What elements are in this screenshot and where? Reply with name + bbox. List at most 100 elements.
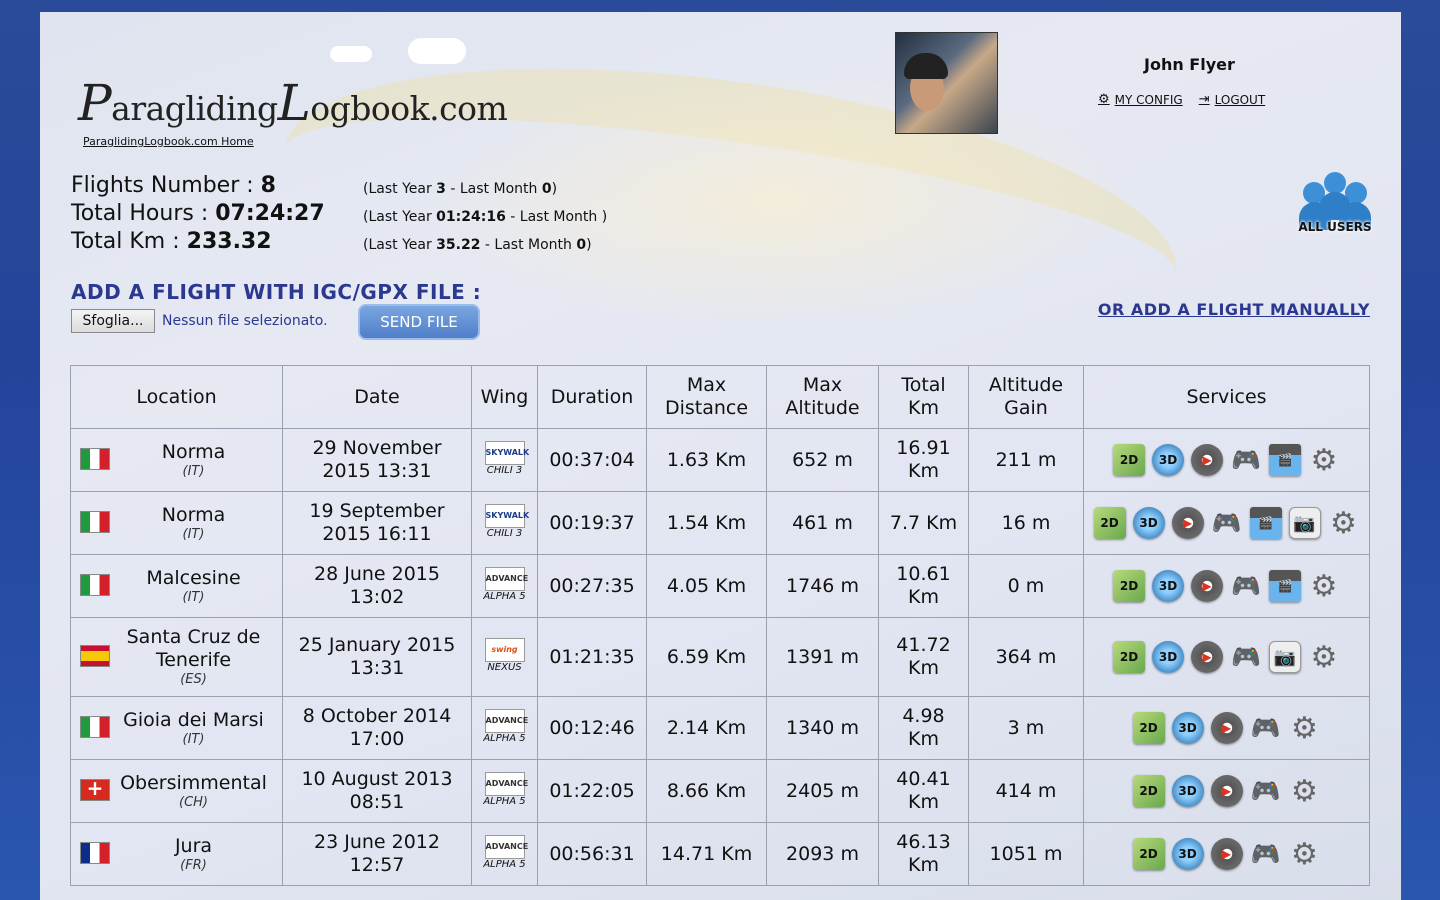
camera-icon[interactable]: 📷: [1288, 507, 1321, 539]
cloud-icon: [330, 46, 372, 62]
replay-icon[interactable]: ▶: [1191, 570, 1223, 602]
replay-icon[interactable]: ▶: [1171, 507, 1204, 539]
browse-button[interactable]: Sfoglia...: [71, 309, 155, 333]
table-row[interactable]: Norma (IT) 19 September 2015 16:11 SKYWALK CH…: [70, 491, 1370, 555]
map-2d-icon[interactable]: 2D: [1113, 570, 1145, 602]
replay-icon[interactable]: ▶: [1191, 641, 1223, 673]
duration-cell: 00:12:46: [537, 696, 647, 760]
location-name[interactable]: Jura: [175, 835, 212, 857]
settings-icon[interactable]: ⚙: [1289, 775, 1321, 807]
video-icon[interactable]: 🎬: [1269, 570, 1301, 602]
settings-icon[interactable]: ⚙: [1308, 444, 1340, 476]
flag-icon: [80, 716, 110, 738]
video-icon[interactable]: 🎬: [1269, 444, 1301, 476]
services-cell: 2D 3D ▶ 🎮 🎬 📷 ⚙: [1083, 491, 1370, 555]
table-row[interactable]: Gioia dei Marsi (IT) 8 October 2014 17:00 AD…: [70, 696, 1370, 760]
avatar[interactable]: [895, 32, 998, 134]
flag-icon: [80, 511, 110, 533]
camera-icon[interactable]: 📷: [1269, 641, 1301, 673]
map-3d-icon[interactable]: 3D: [1171, 775, 1204, 807]
map-3d-icon[interactable]: 3D: [1171, 838, 1204, 870]
gamepad-icon[interactable]: 🎮: [1230, 444, 1262, 476]
col-location[interactable]: Location: [70, 365, 283, 429]
gamepad-icon[interactable]: 🎮: [1211, 507, 1243, 539]
gamepad-icon[interactable]: 🎮: [1250, 712, 1282, 744]
settings-icon[interactable]: ⚙: [1308, 570, 1340, 602]
max-distance-cell: 1.63 Km: [646, 428, 767, 492]
col-date[interactable]: Date: [282, 365, 472, 429]
location-name[interactable]: Gioia dei Marsi: [123, 709, 264, 731]
table-row[interactable]: Obersimmental(CH)10 August 201308:51ADVA…: [70, 759, 1370, 823]
map-2d-icon[interactable]: 2D: [1113, 444, 1145, 476]
col-altitude-gain[interactable]: Altitude Gain: [968, 365, 1084, 429]
altitude-gain-cell: 0 m: [968, 554, 1084, 618]
col-max-altitude[interactable]: Max Altitude: [766, 365, 879, 429]
date-cell: 29 November 2015 13:31: [282, 428, 472, 492]
map-3d-icon[interactable]: 3D: [1171, 712, 1204, 744]
location-name[interactable]: Obersimmental: [120, 772, 267, 794]
location-cell: Santa Cruz de Tenerife (ES): [70, 617, 283, 697]
col-wing[interactable]: Wing: [471, 365, 538, 429]
settings-icon[interactable]: ⚙: [1328, 507, 1360, 539]
table-row[interactable]: Jura (FR) 23 June 2012 12:57 ADVANCE ALPHA 50…: [70, 822, 1370, 886]
wing-model: CHILI 3: [486, 528, 523, 539]
col-duration[interactable]: Duration: [537, 365, 647, 429]
duration-cell: 01:22:05: [537, 759, 647, 823]
map-2d-icon[interactable]: 2D: [1132, 838, 1165, 870]
table-row[interactable]: Norma (IT) 29 November 2015 13:31 SKYWALK CHI…: [70, 428, 1370, 492]
map-3d-icon[interactable]: 3D: [1152, 444, 1184, 476]
location-name[interactable]: Norma: [162, 441, 225, 463]
settings-icon[interactable]: ⚙: [1289, 712, 1321, 744]
gamepad-icon[interactable]: 🎮: [1250, 775, 1282, 807]
col-total-km[interactable]: Total Km: [878, 365, 969, 429]
home-link[interactable]: ParaglidingLogbook.com Home: [83, 135, 254, 148]
replay-icon[interactable]: ▶: [1210, 838, 1243, 870]
services-cell: 2D 3D ▶ 🎮 📷 ⚙: [1083, 617, 1370, 697]
table-row[interactable]: Malcesine (IT) 28 June 2015 13:02 ADVANCE ALP…: [70, 554, 1370, 618]
map-3d-icon[interactable]: 3D: [1132, 507, 1165, 539]
altitude-gain-cell: 3 m: [968, 696, 1084, 760]
total-km-cell: 10.61 Km: [878, 554, 969, 618]
replay-icon[interactable]: ▶: [1210, 712, 1243, 744]
country-code: (IT): [182, 463, 205, 479]
replay-icon[interactable]: ▶: [1191, 444, 1223, 476]
services-cell: 2D 3D ▶ 🎮 ⚙: [1083, 696, 1370, 760]
add-manual-link[interactable]: OR ADD A FLIGHT MANUALLY: [1098, 300, 1370, 319]
date-cell: 23 June 2012 12:57: [282, 822, 472, 886]
send-file-button[interactable]: SEND FILE: [358, 304, 480, 340]
col-max-distance[interactable]: Max Distance: [646, 365, 767, 429]
replay-icon[interactable]: ▶: [1210, 775, 1243, 807]
gear-icon: ⚙: [1098, 92, 1110, 107]
settings-icon[interactable]: ⚙: [1289, 838, 1321, 870]
map-3d-icon[interactable]: 3D: [1152, 641, 1184, 673]
duration-cell: 00:56:31: [537, 822, 647, 886]
country-code: (IT): [182, 589, 205, 605]
services-cell: 2D 3D ▶ 🎮 🎬 ⚙: [1083, 428, 1370, 492]
wing-model: ALPHA 5: [483, 733, 526, 744]
wing-model: CHILI 3: [486, 465, 523, 476]
my-config-link[interactable]: ⚙ MY CONFIG: [1098, 92, 1183, 107]
flag-icon: [80, 574, 110, 596]
date-cell: 25 January 2015 13:31: [282, 617, 472, 697]
max-altitude-cell: 461 m: [766, 491, 879, 555]
gamepad-icon[interactable]: 🎮: [1230, 641, 1262, 673]
map-3d-icon[interactable]: 3D: [1152, 570, 1184, 602]
map-2d-icon[interactable]: 2D: [1132, 712, 1165, 744]
map-2d-icon[interactable]: 2D: [1113, 641, 1145, 673]
gamepad-icon[interactable]: 🎮: [1250, 838, 1282, 870]
gamepad-icon[interactable]: 🎮: [1230, 570, 1262, 602]
wing-cell: ADVANCE ALPHA 5: [471, 554, 538, 618]
logout-link[interactable]: ⇥ LOGOUT: [1199, 92, 1265, 107]
location-cell: Norma (IT): [70, 428, 283, 492]
settings-icon[interactable]: ⚙: [1308, 641, 1340, 673]
map-2d-icon[interactable]: 2D: [1132, 775, 1165, 807]
file-status: Nessun file selezionato.: [162, 313, 328, 329]
location-name[interactable]: Santa Cruz de Tenerife: [127, 626, 261, 671]
logout-icon: ⇥: [1198, 92, 1210, 107]
video-icon[interactable]: 🎬: [1249, 507, 1282, 539]
location-name[interactable]: Malcesine: [146, 567, 240, 589]
map-2d-icon[interactable]: 2D: [1093, 507, 1126, 539]
all-users-button[interactable]: ALL USERS: [1295, 172, 1375, 252]
table-row[interactable]: Santa Cruz de Tenerife (ES) 25 January 201…: [70, 617, 1370, 697]
location-name[interactable]: Norma: [162, 504, 225, 526]
